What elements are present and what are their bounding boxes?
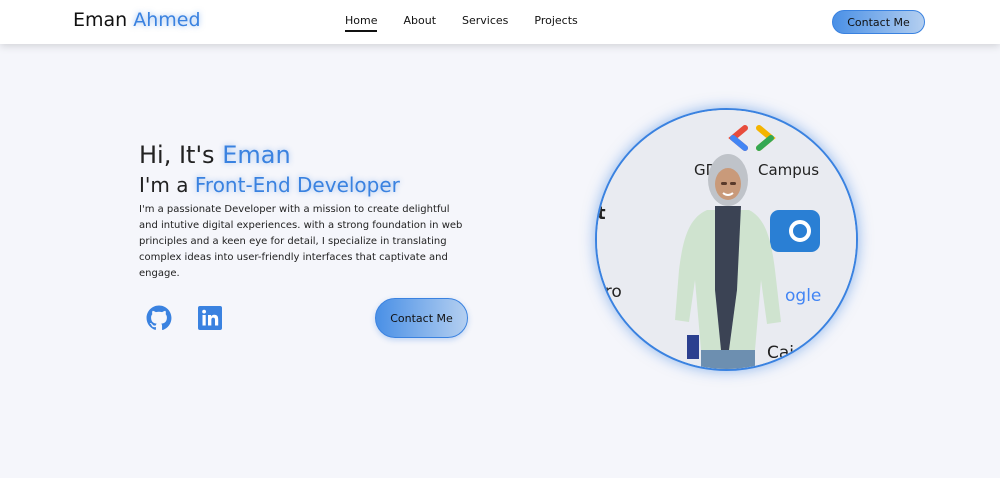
logo[interactable]: Eman Ahmed xyxy=(73,9,201,31)
backdrop-google: ogle xyxy=(785,286,821,306)
nav-link-services[interactable]: Services xyxy=(462,14,508,32)
linkedin-icon xyxy=(197,305,222,330)
profile-photo: GD Campus e t ogle iro Cai xyxy=(595,108,858,371)
backdrop-campus: Campus xyxy=(758,161,819,179)
backdrop-cairo-left: iro xyxy=(600,282,622,302)
hero-greeting: Hi, It's Eman xyxy=(139,141,469,169)
hero-intro: Hi, It's Eman I'm a Front-End Developer … xyxy=(139,141,469,282)
nav-link-about[interactable]: About xyxy=(403,14,436,32)
greeting-prefix: Hi, It's xyxy=(139,141,215,169)
nav-link-home[interactable]: Home xyxy=(345,14,378,32)
nav-menu: Home About Services Projects xyxy=(345,14,578,32)
logo-first-name: Eman xyxy=(73,9,128,31)
profile-photo-illustration: GD Campus e t ogle iro Cai xyxy=(597,110,856,369)
navbar: Eman Ahmed Home About Services Projects … xyxy=(0,0,1000,44)
nav-contact-button[interactable]: Contact Me xyxy=(832,10,925,34)
github-icon xyxy=(146,305,171,330)
backdrop-cairo-right: Cai xyxy=(767,343,794,363)
nav-link-projects[interactable]: Projects xyxy=(534,14,577,32)
backdrop-blue-logo xyxy=(770,210,820,252)
role-prefix: I'm a xyxy=(139,173,189,197)
hero-role: I'm a Front-End Developer xyxy=(139,173,469,197)
role-title: Front-End Developer xyxy=(194,173,400,197)
hero-description: I'm a passionate Developer with a missio… xyxy=(139,204,463,279)
hero-contact-button[interactable]: Contact Me xyxy=(375,298,468,338)
social-links xyxy=(145,304,223,331)
linkedin-link[interactable] xyxy=(196,304,223,331)
logo-last-name: Ahmed xyxy=(133,9,201,31)
greeting-name: Eman xyxy=(222,141,291,169)
github-link[interactable] xyxy=(145,304,172,331)
backdrop-google-left: e xyxy=(617,147,626,163)
backdrop-letter: t xyxy=(597,203,606,224)
